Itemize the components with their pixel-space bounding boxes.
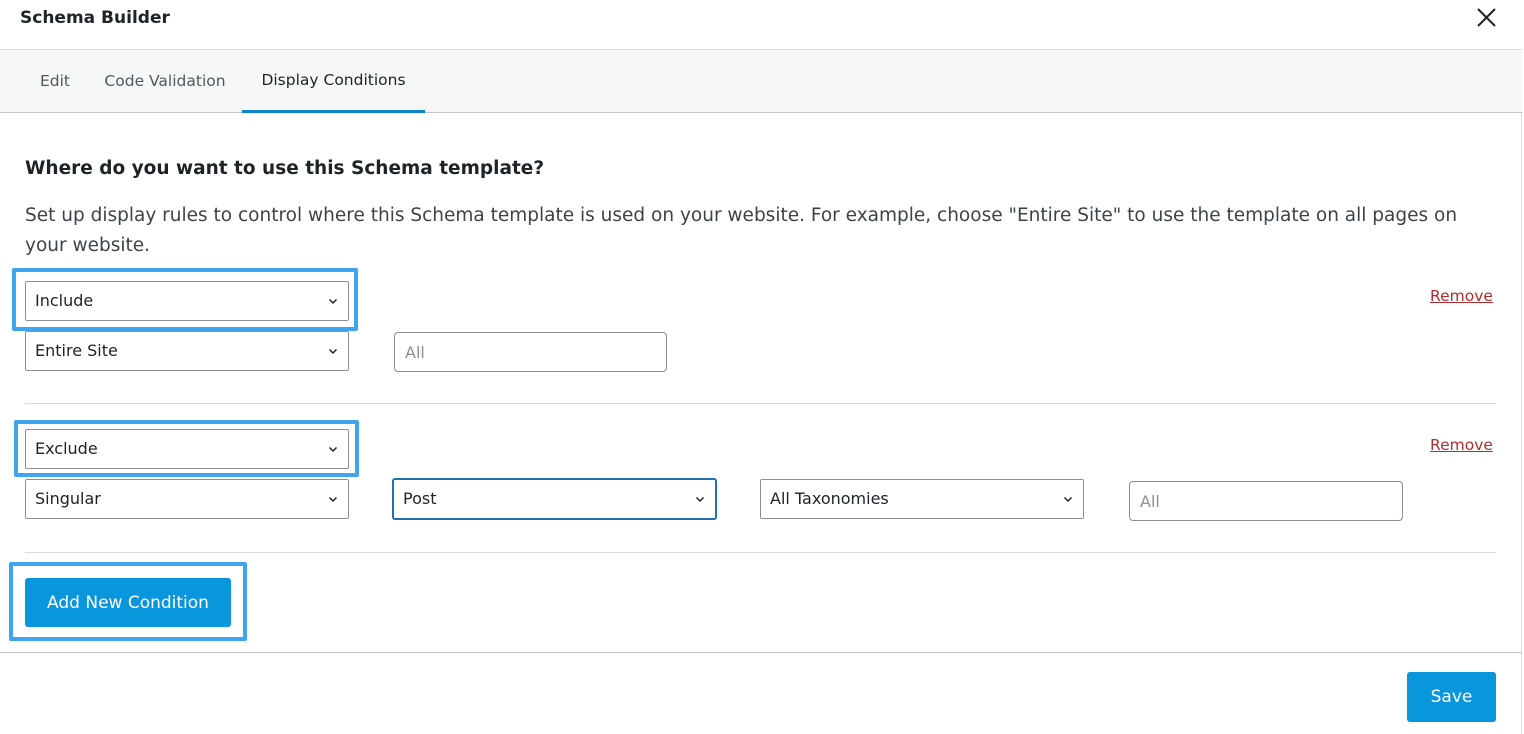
condition-target-select[interactable]: Entire Site bbox=[25, 331, 349, 371]
chevron-down-icon bbox=[1063, 496, 1073, 503]
chevron-down-icon bbox=[328, 298, 338, 305]
condition-divider bbox=[25, 552, 1496, 553]
section-heading: Where do you want to use this Schema tem… bbox=[25, 158, 545, 179]
post-type-select[interactable]: Post bbox=[393, 479, 716, 519]
tab-bar: Edit Code Validation Display Conditions bbox=[0, 50, 1522, 113]
condition-type-value: Include bbox=[35, 291, 94, 310]
tab-display-conditions[interactable]: Display Conditions bbox=[242, 50, 425, 113]
section-description: Set up display rules to control where th… bbox=[25, 205, 1458, 256]
close-icon[interactable] bbox=[1472, 4, 1500, 32]
remove-condition-link[interactable]: Remove bbox=[1430, 436, 1493, 454]
modal-header: Schema Builder bbox=[0, 0, 1522, 50]
condition-value-input[interactable] bbox=[394, 332, 667, 372]
chevron-down-icon bbox=[328, 348, 338, 355]
taxonomy-select[interactable]: All Taxonomies bbox=[760, 479, 1084, 519]
condition-divider bbox=[25, 403, 1496, 404]
chevron-down-icon bbox=[695, 496, 705, 503]
modal-title: Schema Builder bbox=[20, 8, 170, 28]
remove-condition-link[interactable]: Remove bbox=[1430, 287, 1493, 305]
post-type-value: Post bbox=[403, 489, 437, 508]
tab-code-validation[interactable]: Code Validation bbox=[90, 50, 240, 113]
condition-target-select[interactable]: Singular bbox=[25, 479, 349, 519]
condition-target-value: Entire Site bbox=[35, 341, 118, 360]
schema-builder-modal: Schema Builder Edit Code Validation Disp… bbox=[0, 0, 1522, 734]
add-new-condition-button[interactable]: Add New Condition bbox=[25, 578, 231, 627]
condition-type-select[interactable]: Include bbox=[25, 281, 349, 321]
condition-type-select[interactable]: Exclude bbox=[25, 429, 349, 469]
taxonomy-value: All Taxonomies bbox=[770, 489, 889, 508]
save-button[interactable]: Save bbox=[1407, 672, 1496, 722]
modal-footer: Save bbox=[0, 652, 1522, 734]
condition-value-input[interactable] bbox=[1129, 481, 1403, 521]
condition-target-value: Singular bbox=[35, 489, 101, 508]
tab-edit[interactable]: Edit bbox=[24, 50, 86, 113]
chevron-down-icon bbox=[328, 446, 338, 453]
condition-type-value: Exclude bbox=[35, 439, 98, 458]
chevron-down-icon bbox=[328, 496, 338, 503]
